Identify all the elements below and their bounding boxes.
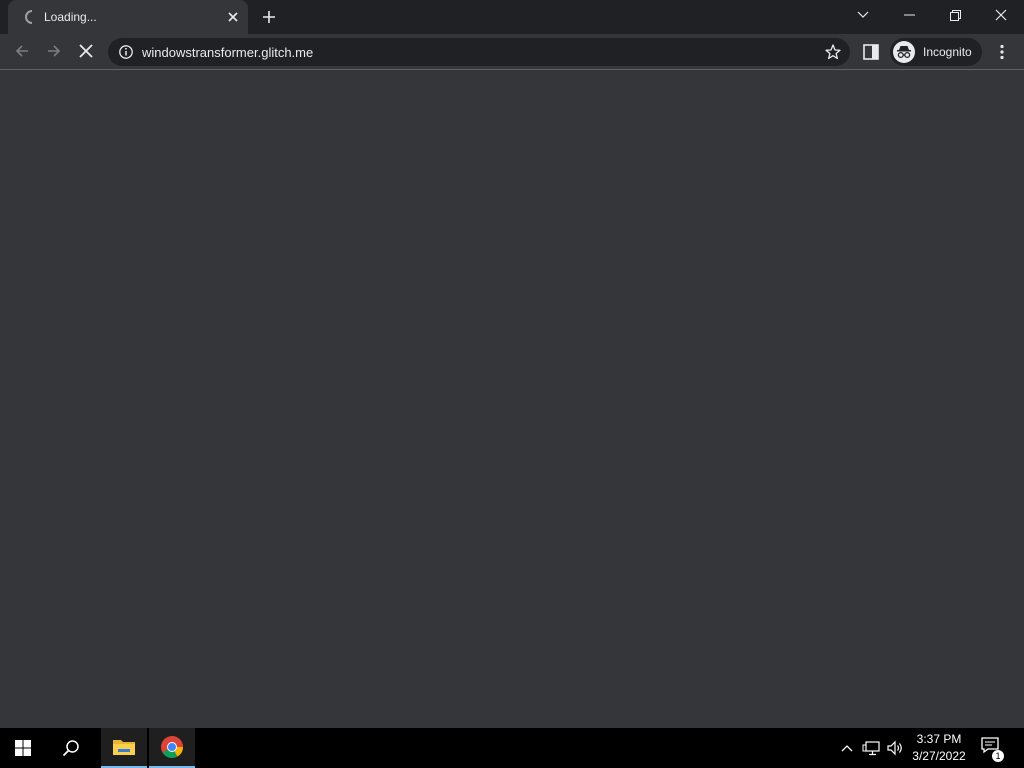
plus-icon: [263, 11, 275, 23]
taskbar: 3:37 PM 3/27/2022 1: [0, 728, 1024, 768]
network-button[interactable]: [860, 728, 882, 768]
url-text[interactable]: windowstransformer.glitch.me: [142, 45, 313, 60]
chevron-up-icon: [841, 745, 853, 752]
minimize-button[interactable]: [886, 0, 932, 30]
chrome-icon: [161, 736, 183, 758]
side-panel-icon[interactable]: [862, 43, 880, 61]
window-close-button[interactable]: [978, 0, 1024, 30]
chevron-down-icon: [857, 11, 869, 18]
tab-title: Loading...: [44, 10, 97, 24]
start-button[interactable]: [0, 728, 46, 768]
incognito-label: Incognito: [923, 45, 972, 59]
notification-count-badge: 1: [992, 750, 1004, 762]
tab-strip: Loading...: [0, 0, 1024, 34]
tab-close-icon[interactable]: [224, 8, 242, 26]
info-icon[interactable]: [118, 44, 134, 60]
address-bar[interactable]: windowstransformer.glitch.me: [108, 38, 850, 66]
restore-button[interactable]: [932, 0, 978, 30]
browser-toolbar: windowstransformer.glitch.me Incognito: [0, 34, 1024, 70]
kebab-menu-icon: [1000, 44, 1004, 60]
forward-button[interactable]: [39, 36, 69, 66]
file-explorer-icon: [113, 740, 135, 755]
search-button[interactable]: [48, 728, 94, 768]
windows-start-icon: [15, 740, 31, 756]
page-content[interactable]: [0, 71, 1024, 728]
minimize-icon: [903, 14, 915, 16]
back-button[interactable]: [7, 36, 37, 66]
new-tab-button[interactable]: [258, 6, 280, 28]
incognito-icon: [893, 41, 915, 63]
loading-spinner-icon: [24, 9, 40, 25]
search-icon: [62, 740, 79, 757]
file-explorer-taskbar-button[interactable]: [101, 728, 147, 768]
incognito-profile-button[interactable]: Incognito: [890, 38, 982, 66]
clock-date: 3/27/2022: [912, 749, 966, 763]
stop-button[interactable]: [71, 36, 101, 66]
clock-time: 3:37 PM: [916, 732, 962, 746]
close-icon: [995, 9, 1007, 21]
tab-search-button[interactable]: [840, 0, 886, 30]
system-clock[interactable]: 3:37 PM 3/27/2022: [902, 731, 976, 765]
chrome-menu-button[interactable]: [992, 40, 1012, 64]
restore-icon: [949, 9, 961, 21]
star-icon[interactable]: [824, 43, 842, 61]
chrome-taskbar-button[interactable]: [149, 728, 195, 768]
network-icon: [862, 741, 880, 756]
stop-icon: [79, 44, 93, 58]
active-tab[interactable]: Loading...: [8, 0, 248, 34]
show-hidden-icons-button[interactable]: [838, 728, 856, 768]
back-arrow-icon: [15, 45, 28, 57]
forward-arrow-icon: [48, 45, 61, 57]
